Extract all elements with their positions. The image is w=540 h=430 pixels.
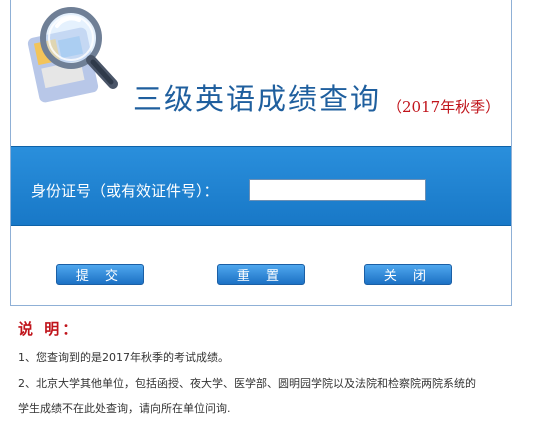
id-number-input[interactable] [249, 179, 426, 201]
notes-section: 说 明： 1、您查询到的是2017年秋季的考试成绩。 2、北京大学其他单位，包括… [18, 318, 534, 416]
reset-button[interactable]: 重 置 [217, 264, 305, 285]
close-button[interactable]: 关 闭 [364, 264, 452, 285]
notes-title: 说 明： [18, 320, 81, 338]
form-band: 身份证号（或有效证件号）： [11, 146, 511, 226]
page-title: 三级英语成绩查询 [133, 82, 382, 116]
term-label: （2017年秋季） [387, 98, 501, 116]
magnifier-icon [27, 7, 118, 103]
submit-button[interactable]: 提 交 [56, 264, 144, 285]
note-line-2: 2、北京大学其他单位，包括函授、夜大学、医学部、圆明园学院以及法院和检察院两院系… [18, 377, 476, 390]
header: 三级英语成绩查询 （2017年秋季） [11, 0, 511, 128]
id-number-label: 身份证号（或有效证件号）： [31, 182, 219, 200]
query-panel: 三级英语成绩查询 （2017年秋季） 身份证号（或有效证件号）： 提 交 重 置… [10, 0, 512, 306]
note-line-1: 1、您查询到的是2017年秋季的考试成绩。 [18, 351, 229, 364]
note-line-2-continued: 学生成绩不在此处查询，请向所在单位问询. [18, 402, 231, 415]
